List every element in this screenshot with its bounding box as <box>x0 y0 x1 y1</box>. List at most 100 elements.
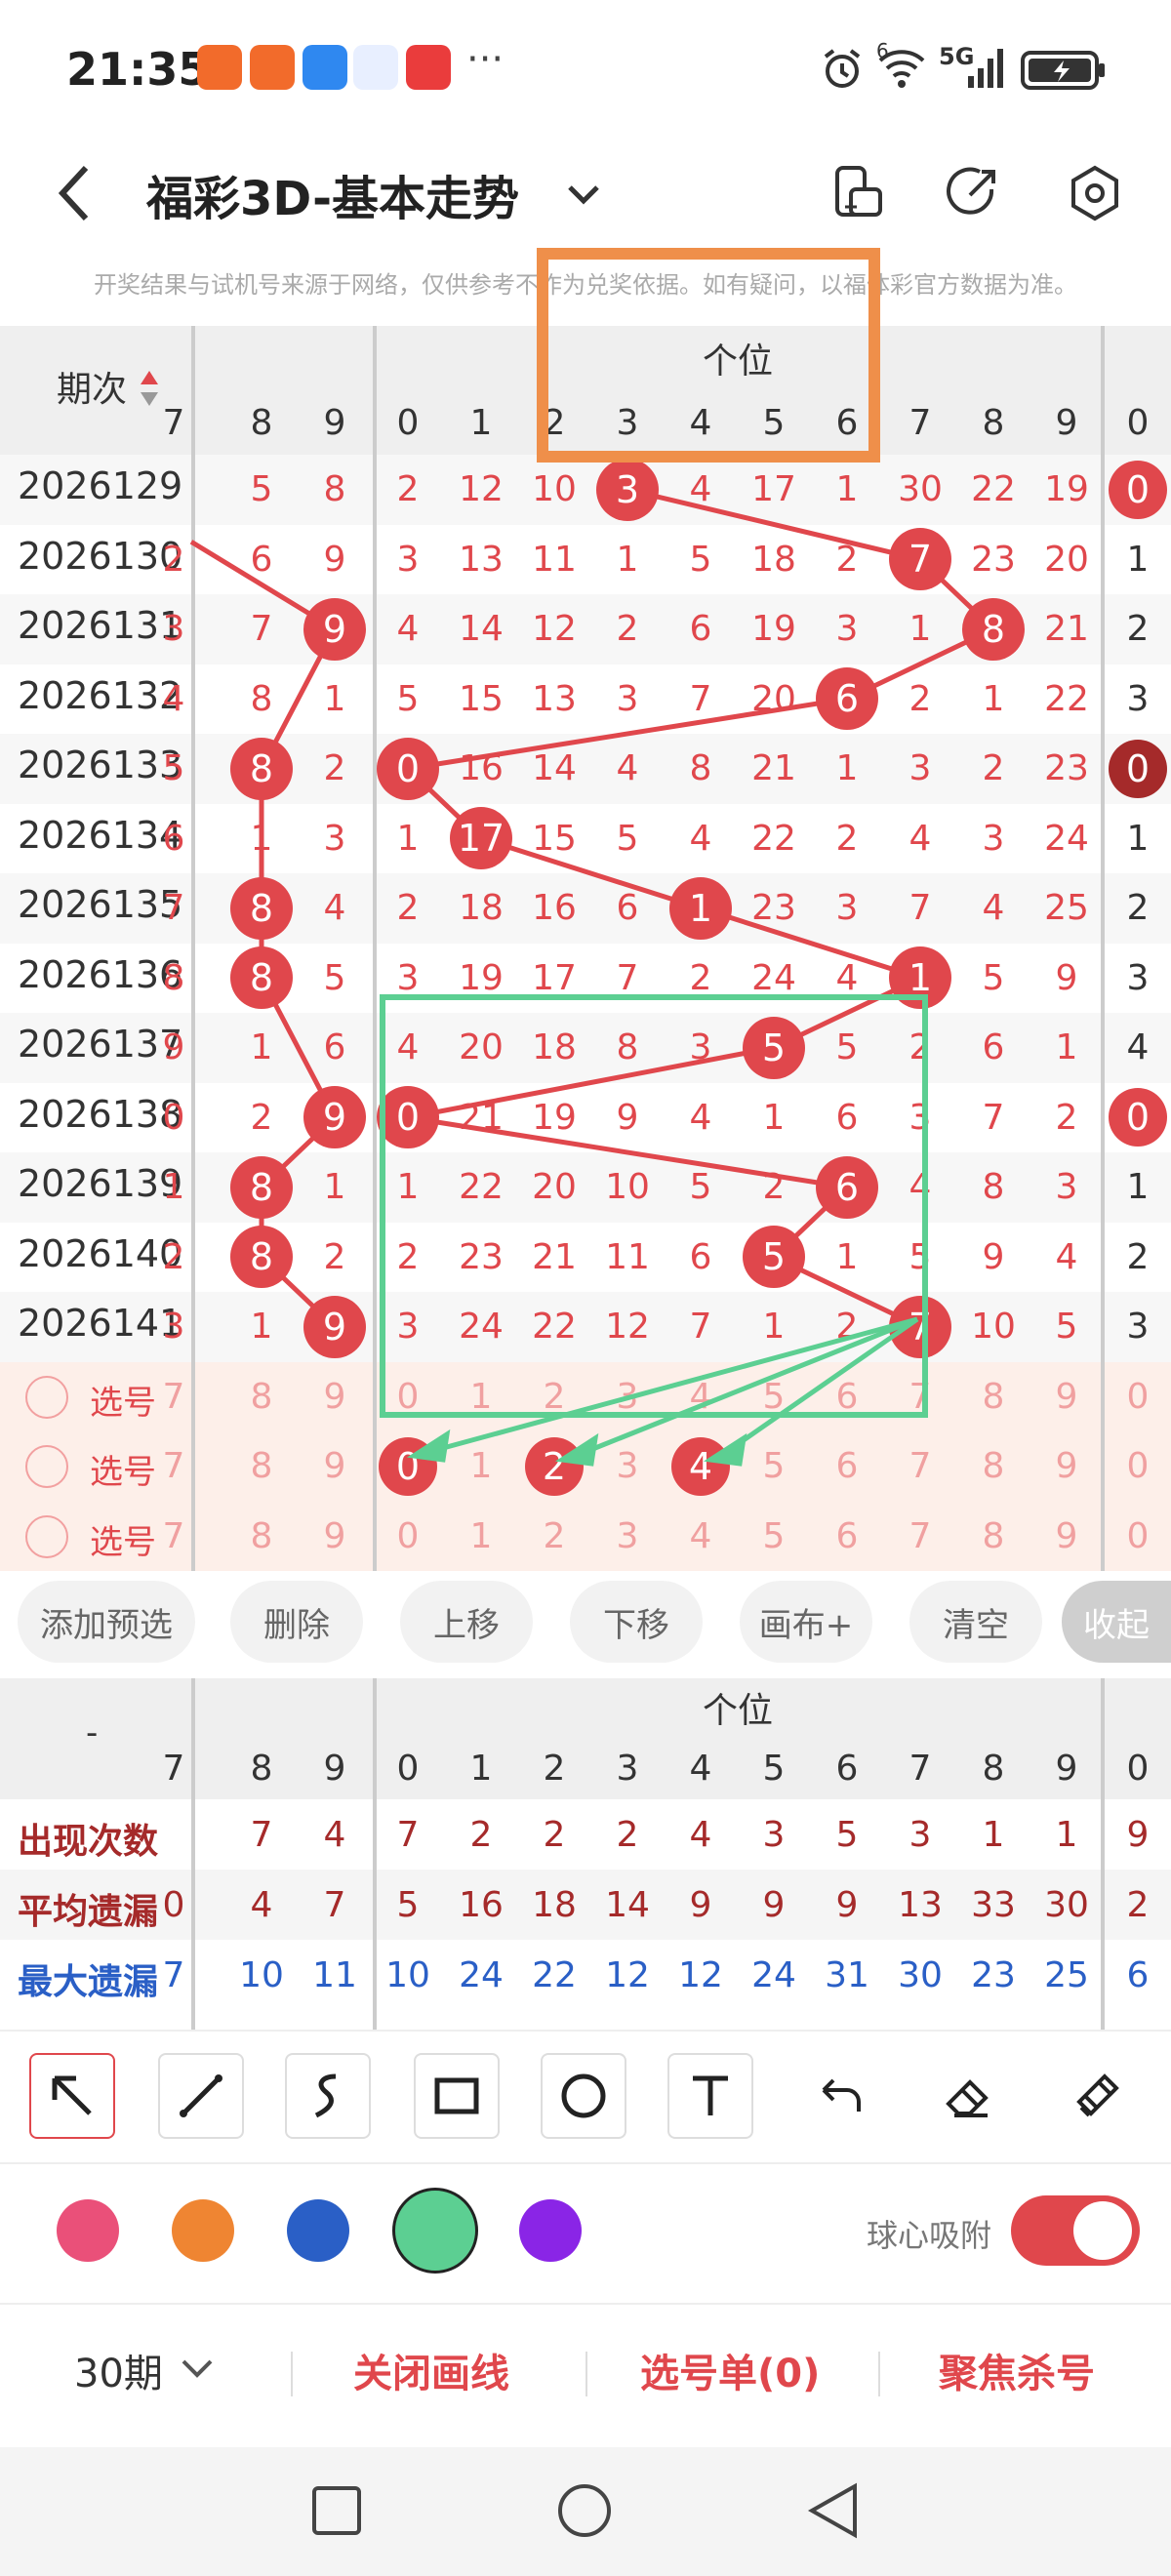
select-cell[interactable]: 6 <box>811 1431 884 1502</box>
select-radio[interactable] <box>25 1514 68 1558</box>
drawn-number-ball: 7 <box>889 1295 951 1358</box>
select-cell[interactable]: 1 <box>445 1502 518 1572</box>
column-header: 7 <box>162 402 185 443</box>
select-cell[interactable]: 9 <box>299 1502 372 1572</box>
stats-cell: 3 <box>909 1814 932 1855</box>
table-cell: 24 <box>1044 818 1089 859</box>
select-cell[interactable]: 7 <box>884 1431 957 1502</box>
stats-column-header: 4 <box>689 1748 712 1789</box>
select-cell[interactable]: 2 <box>518 1362 591 1432</box>
period-select[interactable]: 30期 <box>74 2342 163 2398</box>
select-cell[interactable]: 8 <box>957 1502 1030 1572</box>
eraser-button[interactable] <box>925 2053 1011 2139</box>
select-cell[interactable]: 9 <box>1030 1502 1104 1572</box>
select-cell[interactable]: 7 <box>138 1362 211 1432</box>
snap-toggle[interactable] <box>1011 2195 1140 2266</box>
back-nav-icon[interactable] <box>806 2482 861 2539</box>
select-tool-button[interactable] <box>29 2053 115 2139</box>
select-cell[interactable]: 0 <box>372 1502 445 1572</box>
select-cell[interactable]: 3 <box>591 1362 665 1432</box>
color-orange-swatch[interactable] <box>172 2199 234 2262</box>
select-cell[interactable]: 9 <box>299 1362 372 1432</box>
table-cell: 5 <box>909 1236 932 1277</box>
page-title[interactable]: 福彩3D-基本走势 <box>146 160 519 228</box>
color-pink-swatch[interactable] <box>57 2199 119 2262</box>
curve-tool-button[interactable] <box>285 2053 371 2139</box>
share-icon[interactable] <box>945 164 1003 222</box>
table-cell: 22 <box>751 818 796 859</box>
focus-kill-button[interactable]: 聚焦杀号 <box>939 2342 1095 2398</box>
color-green-swatch[interactable] <box>392 2188 478 2274</box>
rotate-screen-icon[interactable] <box>829 164 888 222</box>
select-cell[interactable]: 8 <box>957 1431 1030 1502</box>
select-cell[interactable]: 5 <box>738 1362 811 1432</box>
select-cell[interactable]: 1 <box>445 1431 518 1502</box>
arrow-pointer-icon <box>52 2075 92 2115</box>
table-cell: 16 <box>532 888 577 929</box>
select-cell[interactable]: 5 <box>738 1502 811 1572</box>
line-tool-button[interactable] <box>158 2053 244 2139</box>
system-navigation-bar <box>0 2447 1171 2576</box>
table-cell: 21 <box>751 748 796 789</box>
clear-drawing-button[interactable] <box>1054 2053 1140 2139</box>
select-cell[interactable]: 6 <box>811 1502 884 1572</box>
selected-number-ball[interactable]: 4 <box>671 1436 730 1496</box>
select-cell[interactable]: 9 <box>299 1431 372 1502</box>
chevron-down-icon[interactable] <box>178 2354 217 2383</box>
select-cell[interactable]: 4 <box>665 1362 738 1432</box>
close-lines-button[interactable]: 关闭画线 <box>353 2342 509 2398</box>
table-cell: 5 <box>396 678 420 719</box>
select-cell[interactable]: 7 <box>884 1502 957 1572</box>
canvas-add-button[interactable]: 画布+ <box>740 1581 872 1663</box>
select-cell[interactable]: 7 <box>138 1502 211 1572</box>
select-cell[interactable]: 1 <box>445 1362 518 1432</box>
selected-number-ball[interactable]: 0 <box>379 1436 437 1496</box>
select-cell[interactable]: 8 <box>225 1431 299 1502</box>
color-blue-swatch[interactable] <box>287 2199 349 2262</box>
select-cell[interactable]: 3 <box>591 1431 665 1502</box>
text-tool-button[interactable] <box>667 2053 753 2139</box>
select-cell[interactable]: 0 <box>1102 1362 1171 1432</box>
period-header[interactable]: 期次 <box>57 361 127 412</box>
collapse-button[interactable]: 收起 <box>1062 1581 1171 1663</box>
move-down-button[interactable]: 下移 <box>570 1581 703 1663</box>
recent-apps-icon[interactable] <box>310 2484 363 2537</box>
select-cell[interactable]: 7 <box>138 1431 211 1502</box>
delete-button[interactable]: 删除 <box>230 1581 363 1663</box>
select-radio[interactable] <box>25 1445 68 1488</box>
undo-button[interactable] <box>796 2053 882 2139</box>
table-cell: 21 <box>1044 609 1089 650</box>
select-cell[interactable]: 0 <box>1102 1431 1171 1502</box>
home-icon[interactable] <box>556 2482 613 2539</box>
table-cell: 2 <box>1126 888 1150 929</box>
color-purple-swatch[interactable] <box>519 2199 582 2262</box>
select-cell[interactable]: 0 <box>1102 1502 1171 1572</box>
circle-tool-button[interactable] <box>541 2053 626 2139</box>
selection-list-button[interactable]: 选号单(0) <box>640 2342 820 2398</box>
move-up-button[interactable]: 上移 <box>400 1581 533 1663</box>
select-radio[interactable] <box>25 1375 68 1419</box>
settings-icon[interactable] <box>1066 164 1124 222</box>
select-cell[interactable]: 4 <box>665 1502 738 1572</box>
select-cell[interactable]: 0 <box>372 1362 445 1432</box>
select-cell[interactable]: 6 <box>811 1362 884 1432</box>
select-cell[interactable]: 8 <box>225 1362 299 1432</box>
table-cell: 3 <box>909 1097 932 1138</box>
select-cell[interactable]: 8 <box>957 1362 1030 1432</box>
rectangle-tool-button[interactable] <box>414 2053 500 2139</box>
select-cell[interactable]: 8 <box>225 1502 299 1572</box>
add-preselect-button[interactable]: 添加预选 <box>18 1581 195 1663</box>
selected-number-ball[interactable]: 2 <box>525 1436 584 1496</box>
drawn-number-ball: 8 <box>230 737 293 800</box>
chevron-down-icon[interactable] <box>564 176 603 215</box>
select-cell[interactable]: 5 <box>738 1431 811 1502</box>
select-cell[interactable]: 2 <box>518 1502 591 1572</box>
column-header: 0 <box>396 402 420 443</box>
select-cell[interactable]: 9 <box>1030 1431 1104 1502</box>
back-icon[interactable] <box>51 160 98 226</box>
select-cell[interactable]: 3 <box>591 1502 665 1572</box>
select-cell[interactable]: 9 <box>1030 1362 1104 1432</box>
clear-button[interactable]: 清空 <box>909 1581 1042 1663</box>
select-cell[interactable]: 7 <box>884 1362 957 1432</box>
stats-cell: 22 <box>532 1954 577 1995</box>
